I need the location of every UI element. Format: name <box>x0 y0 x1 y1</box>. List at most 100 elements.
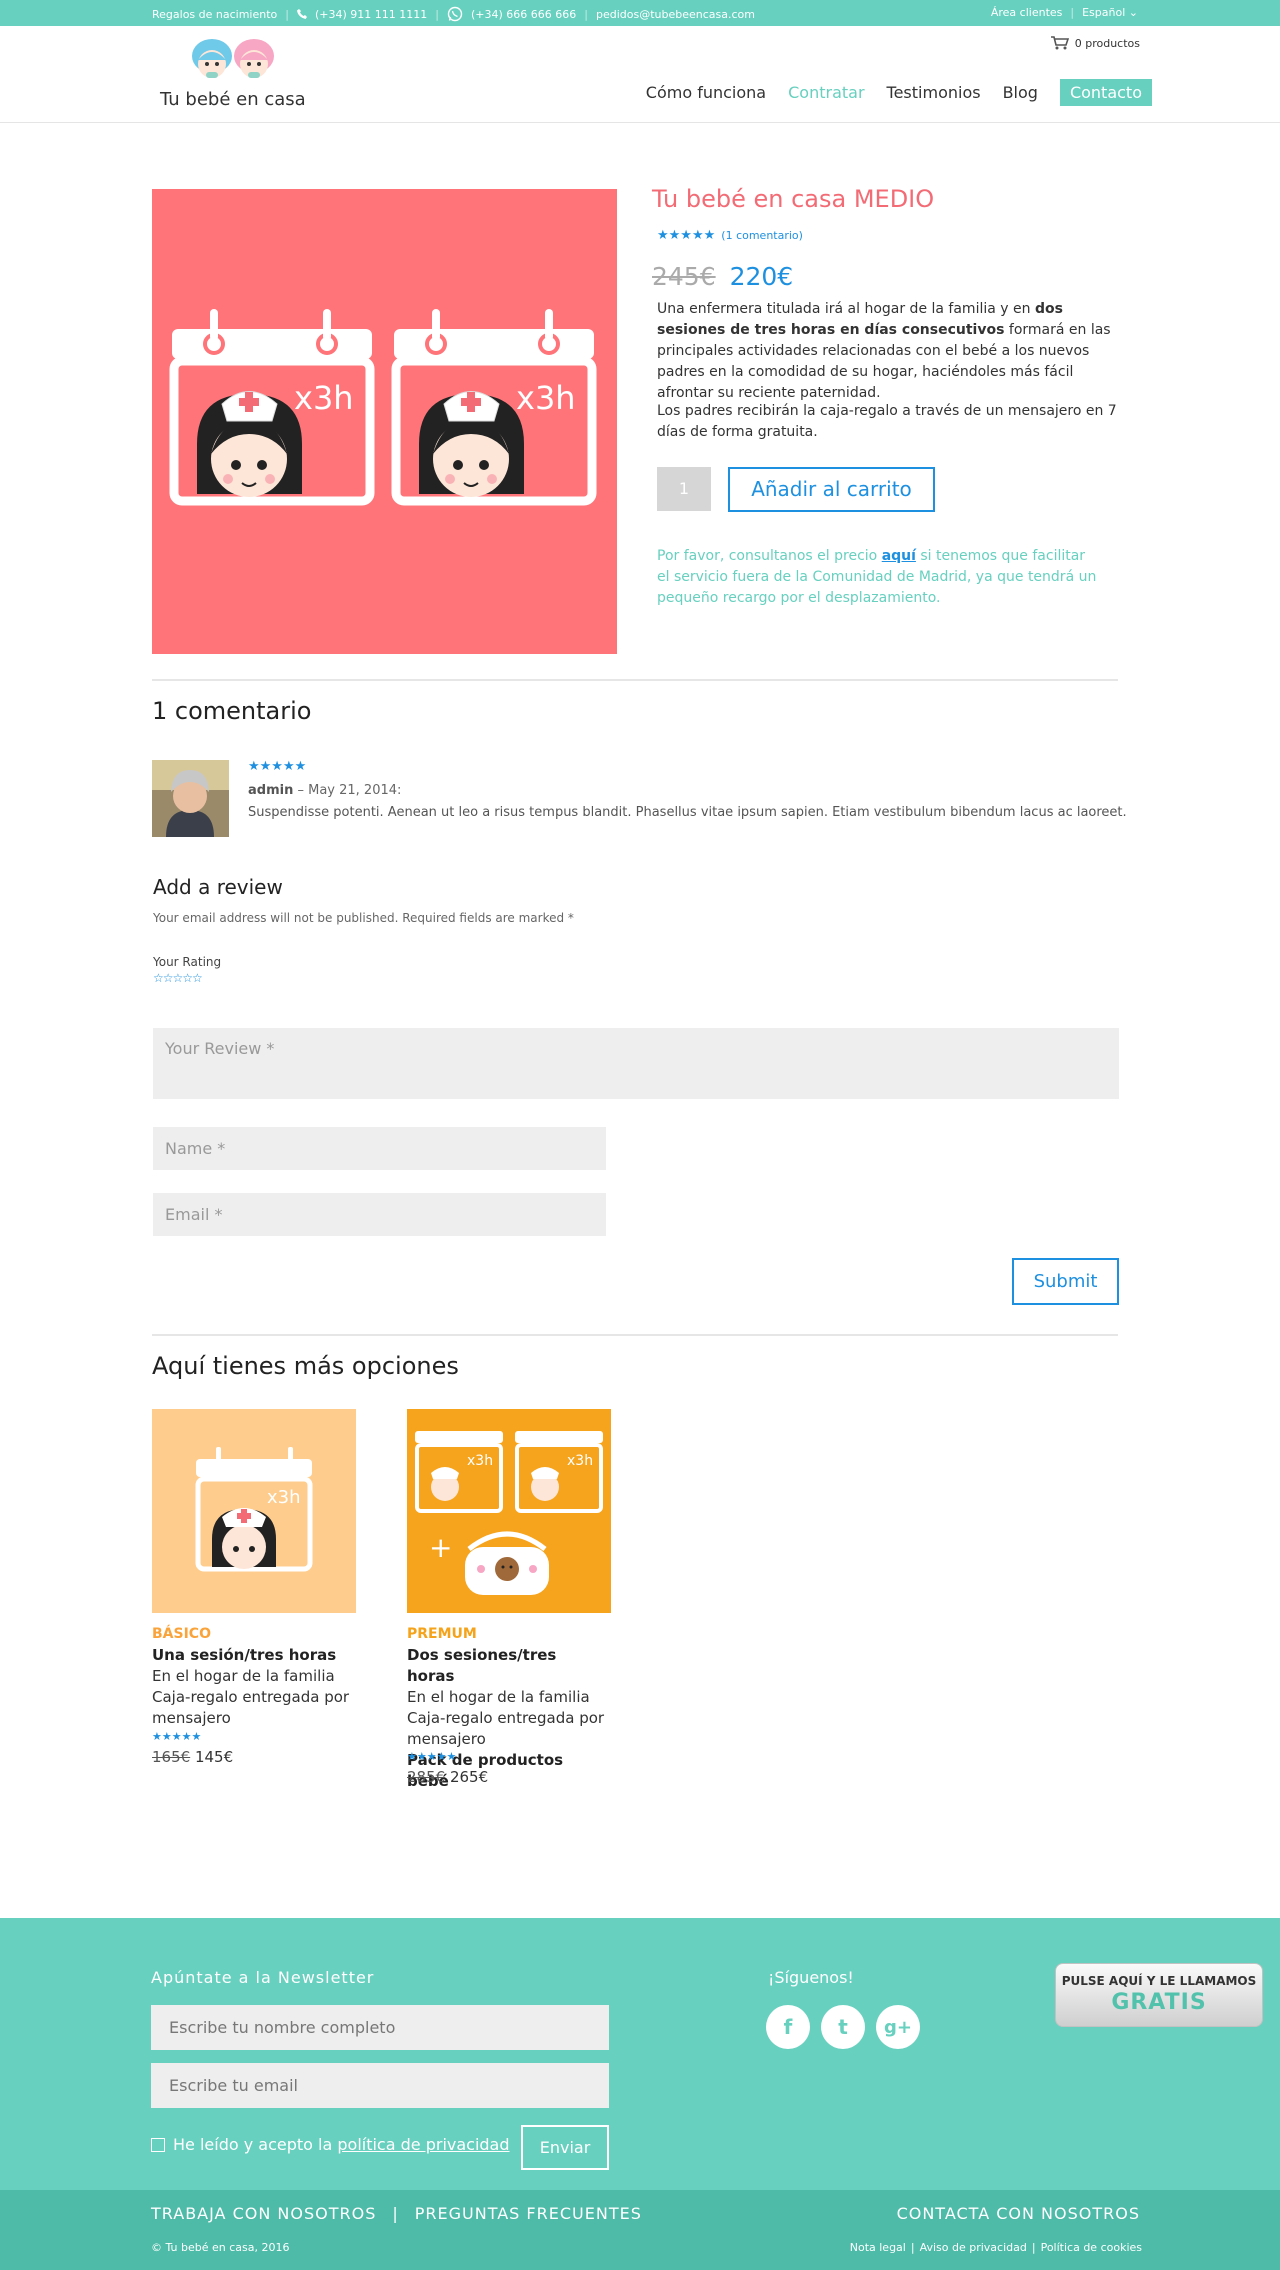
whatsapp-icon <box>447 6 463 22</box>
clients-area-link[interactable]: Área clientes <box>991 6 1063 19</box>
comments-title: 1 comentario <box>152 697 312 725</box>
divider <box>152 1334 1118 1336</box>
privacy-text: He leído y acepto la política de privaci… <box>173 2135 510 2154</box>
separator: | <box>435 7 439 21</box>
legal-links: Nota legal | Aviso de privacidad | Polít… <box>850 2241 1142 2254</box>
product-card-premium-image[interactable]: + x3h x3h <box>407 1409 611 1613</box>
language-selector[interactable]: Español ⌄ <box>1082 6 1138 19</box>
card-description: Una sesión/tres horas En el hogar de la … <box>152 1645 352 1729</box>
nav-testimonios[interactable]: Testimonios <box>887 83 981 102</box>
nav-blog[interactable]: Blog <box>1003 83 1038 102</box>
callback-button[interactable]: PULSE AQUÍ Y LE LLAMAMOS GRATIS <box>1055 1963 1263 2027</box>
hours-badge: x3h <box>467 1453 494 1469</box>
contact-us-link[interactable]: CONTACTA CON NOSOTROS <box>897 2204 1140 2223</box>
privacy-policy-link[interactable]: política de privacidad <box>337 2135 509 2154</box>
newsletter-email-field[interactable]: Escribe tu email <box>151 2063 609 2108</box>
faq-link[interactable]: PREGUNTAS FRECUENTES <box>415 2204 642 2223</box>
nav-como-funciona[interactable]: Cómo funciona <box>646 83 766 102</box>
price-query-link[interactable]: aquí <box>882 548 916 564</box>
google-plus-icon[interactable]: g+ <box>876 2005 920 2049</box>
reviews-link[interactable]: (1 comentario) <box>721 229 803 242</box>
gifts-link[interactable]: Regalos de nacimiento <box>152 8 277 21</box>
card-stars: ★★★★★ <box>152 1730 202 1743</box>
site-logo[interactable]: Tu bebé en casa <box>160 34 306 114</box>
work-with-us-link[interactable]: TRABAJA CON NOSOTROS <box>151 2204 376 2223</box>
facebook-icon[interactable]: f <box>766 2005 810 2049</box>
card-line: mensajero <box>407 1730 486 1748</box>
category-label: PREMUM <box>407 1626 477 1642</box>
site-footer: Apúntate a la Newsletter Escribe tu nomb… <box>0 1918 1280 2190</box>
review-textarea[interactable]: Your Review * <box>153 1028 1119 1099</box>
category-label: BÁSICO <box>152 1626 211 1642</box>
product-image[interactable]: x3h x3h <box>152 189 617 654</box>
phone-icon <box>297 9 307 19</box>
nav-contratar[interactable]: Contratar <box>788 83 864 102</box>
follow-title: ¡Síguenos! <box>768 1968 854 1987</box>
product-rating: ★★★★★ (1 comentario) <box>657 228 803 243</box>
user-photo-icon <box>152 760 229 837</box>
whatsapp-number[interactable]: (+34) 666 666 666 <box>471 8 576 21</box>
card-line: Dos sesiones/tres horas <box>407 1646 557 1685</box>
review-title: Add a review <box>153 875 283 899</box>
card-line: En el hogar de la familia <box>152 1667 335 1685</box>
cart-icon <box>1050 36 1069 50</box>
email-link[interactable]: pedidos@tubebeencasa.com <box>596 8 755 21</box>
product-shipping-text: Los padres recibirán la caja-regalo a tr… <box>657 403 1117 440</box>
card-category: PREMUM <box>407 1626 477 1642</box>
cart-link[interactable]: 0 productos <box>1050 36 1140 50</box>
separator: | <box>392 2204 399 2223</box>
nav-contacto-button[interactable]: Contacto <box>1059 79 1152 106</box>
review-note: Your email address will not be published… <box>153 911 574 925</box>
nurse-calendar-icon <box>195 1447 313 1572</box>
privacy-checkbox[interactable] <box>151 2137 165 2152</box>
twitter-icon[interactable]: t <box>821 2005 865 2049</box>
nurse-calendar-illustration <box>169 189 617 506</box>
card-old-price: 285€ <box>407 1768 446 1786</box>
newsletter-name-field[interactable]: Escribe tu nombre completo <box>151 2005 609 2050</box>
separator: | <box>910 2241 915 2254</box>
separator: | <box>584 7 588 21</box>
separator: | <box>1070 6 1075 19</box>
footer-links: TRABAJA CON NOSOTROS | PREGUNTAS FRECUEN… <box>151 2204 642 2223</box>
comment-date: – May 21, 2014: <box>293 783 402 798</box>
callback-free-label: GRATIS <box>1111 1990 1207 2015</box>
product-card-basic-image[interactable]: x3h <box>152 1409 356 1613</box>
babies-logo-icon <box>192 39 274 78</box>
email-field[interactable]: Email * <box>153 1193 606 1236</box>
product-title: Tu bebé en casa MEDIO <box>652 185 935 213</box>
send-button[interactable]: Enviar <box>521 2125 609 2170</box>
cookie-policy-link[interactable]: Política de cookies <box>1041 2241 1142 2254</box>
privacy-label: He leído y acepto la <box>173 2135 338 2154</box>
comment-text: Suspendisse potenti. Aenean ut leo a ris… <box>248 805 1127 820</box>
name-field[interactable]: Name * <box>153 1127 606 1170</box>
add-to-cart-button[interactable]: Añadir al carrito <box>728 467 935 512</box>
card-new-price: 265€ <box>449 1768 489 1786</box>
card-stars: ★★★★★ <box>407 1750 457 1763</box>
cart-count: 0 productos <box>1074 36 1140 50</box>
newsletter-title: Apúntate a la Newsletter <box>151 1968 375 1987</box>
hours-badge: x3h <box>567 1453 594 1469</box>
legal-note-link[interactable]: Nota legal <box>850 2241 906 2254</box>
submit-button[interactable]: Submit <box>1012 1258 1119 1305</box>
hours-badge: x3h <box>516 379 576 417</box>
card-old-price: 165€ <box>152 1748 191 1766</box>
phone-number[interactable]: (+34) 911 111 1111 <box>315 8 427 21</box>
avatar <box>152 760 229 837</box>
logo-text: Tu bebé en casa <box>160 89 306 110</box>
card-category: BÁSICO <box>152 1626 211 1642</box>
quantity-input[interactable]: 1 <box>657 467 711 511</box>
separator: | <box>1031 2241 1036 2254</box>
privacy-notice-link[interactable]: Aviso de privacidad <box>920 2241 1027 2254</box>
privacy-consent: He leído y acepto la política de privaci… <box>151 2135 510 2154</box>
rating-selector[interactable]: ☆☆☆☆☆ <box>153 971 203 985</box>
rating-label: Your Rating <box>153 955 222 969</box>
main-nav: Cómo funciona Contratar Testimonios Blog… <box>646 79 1152 106</box>
note-text: Por favor, consultanos el precio <box>657 548 882 564</box>
callback-label: PULSE AQUÍ Y LE LLAMAMOS <box>1061 1974 1257 1988</box>
separator: | <box>285 7 289 21</box>
divider <box>152 679 1118 681</box>
hours-badge: x3h <box>267 1487 301 1508</box>
product-description: Una enfermera titulada irá al hogar de l… <box>657 299 1122 404</box>
rating-stars: ★★★★★ <box>657 228 716 243</box>
price-note: Por favor, consultanos el precio aquí si… <box>657 546 1097 609</box>
